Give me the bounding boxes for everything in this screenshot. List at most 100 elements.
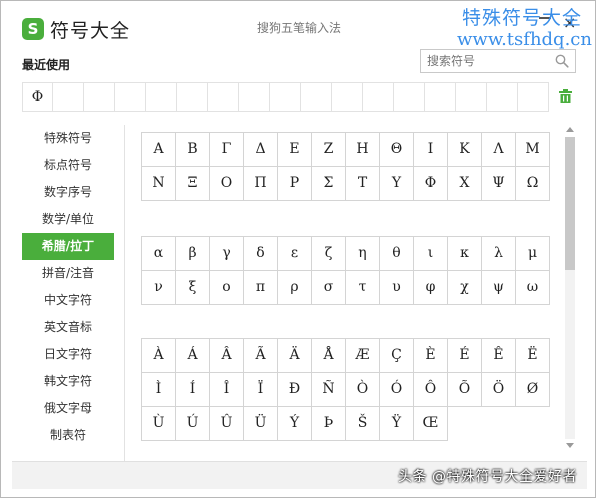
symbol-cell[interactable]: Ó	[380, 373, 414, 407]
symbol-cell[interactable]: Ý	[278, 407, 312, 441]
symbol-cell[interactable]: Ã	[244, 339, 278, 373]
sidebar-item[interactable]: 制表符	[12, 422, 124, 449]
symbol-cell[interactable]: Á	[176, 339, 210, 373]
symbol-cell[interactable]: Ν	[142, 167, 176, 201]
symbol-cell[interactable]: ψ	[482, 271, 516, 305]
symbol-cell[interactable]: ρ	[278, 271, 312, 305]
sidebar-item[interactable]: 韩文字符	[12, 368, 124, 395]
search-input[interactable]	[427, 53, 547, 69]
symbol-cell[interactable]: τ	[346, 271, 380, 305]
symbol-cell[interactable]: Ø	[516, 373, 550, 407]
sidebar-item[interactable]: 俄文字母	[12, 395, 124, 422]
symbol-cell[interactable]: È	[414, 339, 448, 373]
recent-symbol-cell[interactable]	[363, 82, 394, 112]
symbol-cell[interactable]: Í	[176, 373, 210, 407]
symbol-cell[interactable]: Η	[346, 133, 380, 167]
recent-symbol-cell[interactable]	[270, 82, 301, 112]
symbol-cell[interactable]: Ÿ	[380, 407, 414, 441]
sidebar-item[interactable]: 希腊/拉丁	[22, 233, 114, 260]
sidebar-item[interactable]: 数字序号	[12, 179, 124, 206]
recent-symbol-cell[interactable]	[177, 82, 208, 112]
symbol-cell[interactable]: Ô	[414, 373, 448, 407]
symbol-cell[interactable]: ξ	[176, 271, 210, 305]
symbol-cell[interactable]: Χ	[448, 167, 482, 201]
sidebar-item[interactable]: 拼音/注音	[12, 260, 124, 287]
recent-symbol-cell[interactable]	[239, 82, 270, 112]
symbol-cell[interactable]: É	[448, 339, 482, 373]
sidebar-item[interactable]: 英文音标	[12, 314, 124, 341]
symbol-cell[interactable]: Ò	[346, 373, 380, 407]
symbol-cell[interactable]: Ü	[244, 407, 278, 441]
symbol-cell[interactable]: Û	[210, 407, 244, 441]
symbol-cell[interactable]: ω	[516, 271, 550, 305]
recent-symbol-cell[interactable]	[84, 82, 115, 112]
symbol-cell[interactable]: Τ	[346, 167, 380, 201]
symbol-cell[interactable]: ζ	[312, 237, 346, 271]
symbol-cell[interactable]: Ο	[210, 167, 244, 201]
symbol-cell[interactable]: Ñ	[312, 373, 346, 407]
search-box[interactable]	[420, 49, 576, 73]
recent-symbol-cell[interactable]	[518, 82, 549, 112]
scrollbar-thumb[interactable]	[565, 137, 575, 270]
symbol-cell[interactable]: χ	[448, 271, 482, 305]
symbol-cell[interactable]: φ	[414, 271, 448, 305]
recent-symbol-cell[interactable]	[146, 82, 177, 112]
scroll-up-arrow[interactable]	[566, 127, 574, 132]
symbol-cell[interactable]: Ú	[176, 407, 210, 441]
recent-symbol-cell[interactable]	[208, 82, 239, 112]
symbol-cell[interactable]: À	[142, 339, 176, 373]
symbol-cell[interactable]: Δ	[244, 133, 278, 167]
symbol-cell[interactable]: Õ	[448, 373, 482, 407]
recent-symbol-cell[interactable]	[53, 82, 84, 112]
symbol-cell[interactable]: η	[346, 237, 380, 271]
symbol-cell[interactable]: ε	[278, 237, 312, 271]
symbol-cell[interactable]: ν	[142, 271, 176, 305]
symbol-cell[interactable]: Š	[346, 407, 380, 441]
symbol-cell[interactable]: λ	[482, 237, 516, 271]
symbol-cell[interactable]: μ	[516, 237, 550, 271]
recent-symbol-cell[interactable]	[425, 82, 456, 112]
symbol-cell[interactable]: σ	[312, 271, 346, 305]
trash-icon[interactable]	[559, 89, 572, 103]
sidebar-item[interactable]: 中文字符	[12, 287, 124, 314]
recent-symbol-cell[interactable]	[332, 82, 363, 112]
symbol-cell[interactable]: Æ	[346, 339, 380, 373]
search-icon[interactable]	[555, 54, 569, 68]
sidebar-item[interactable]: 标点符号	[12, 152, 124, 179]
symbol-cell[interactable]: γ	[210, 237, 244, 271]
recent-symbol-cell[interactable]	[301, 82, 332, 112]
symbol-cell[interactable]: Ì	[142, 373, 176, 407]
sidebar-item[interactable]: 特殊符号	[12, 125, 124, 152]
symbol-cell[interactable]: Σ	[312, 167, 346, 201]
symbol-cell[interactable]: α	[142, 237, 176, 271]
symbol-cell[interactable]: Β	[176, 133, 210, 167]
recent-symbol-cell[interactable]	[456, 82, 487, 112]
scroll-down-arrow[interactable]	[566, 443, 574, 448]
symbol-cell[interactable]: Φ	[414, 167, 448, 201]
symbol-cell[interactable]: Ξ	[176, 167, 210, 201]
symbol-cell[interactable]: Ð	[278, 373, 312, 407]
symbol-cell[interactable]: Ê	[482, 339, 516, 373]
symbol-cell[interactable]: θ	[380, 237, 414, 271]
symbol-cell[interactable]: Ö	[482, 373, 516, 407]
symbol-cell[interactable]: δ	[244, 237, 278, 271]
symbol-cell[interactable]: Ι	[414, 133, 448, 167]
symbol-cell[interactable]: ι	[414, 237, 448, 271]
symbol-cell[interactable]: Ï	[244, 373, 278, 407]
symbol-cell[interactable]: Γ	[210, 133, 244, 167]
sidebar-item[interactable]: 日文字符	[12, 341, 124, 368]
symbol-cell[interactable]: Ρ	[278, 167, 312, 201]
recent-symbol-cell[interactable]: Φ	[22, 82, 53, 112]
symbol-cell[interactable]: Ë	[516, 339, 550, 373]
recent-symbol-cell[interactable]	[394, 82, 425, 112]
symbol-cell[interactable]: Ç	[380, 339, 414, 373]
symbol-cell[interactable]: Α	[142, 133, 176, 167]
recent-symbol-cell[interactable]	[115, 82, 146, 112]
symbol-cell[interactable]: Ω	[516, 167, 550, 201]
symbol-cell[interactable]: Λ	[482, 133, 516, 167]
recent-symbol-cell[interactable]	[487, 82, 518, 112]
symbol-cell[interactable]: β	[176, 237, 210, 271]
symbol-cell[interactable]: Θ	[380, 133, 414, 167]
symbol-cell[interactable]: π	[244, 271, 278, 305]
symbol-cell[interactable]: Þ	[312, 407, 346, 441]
